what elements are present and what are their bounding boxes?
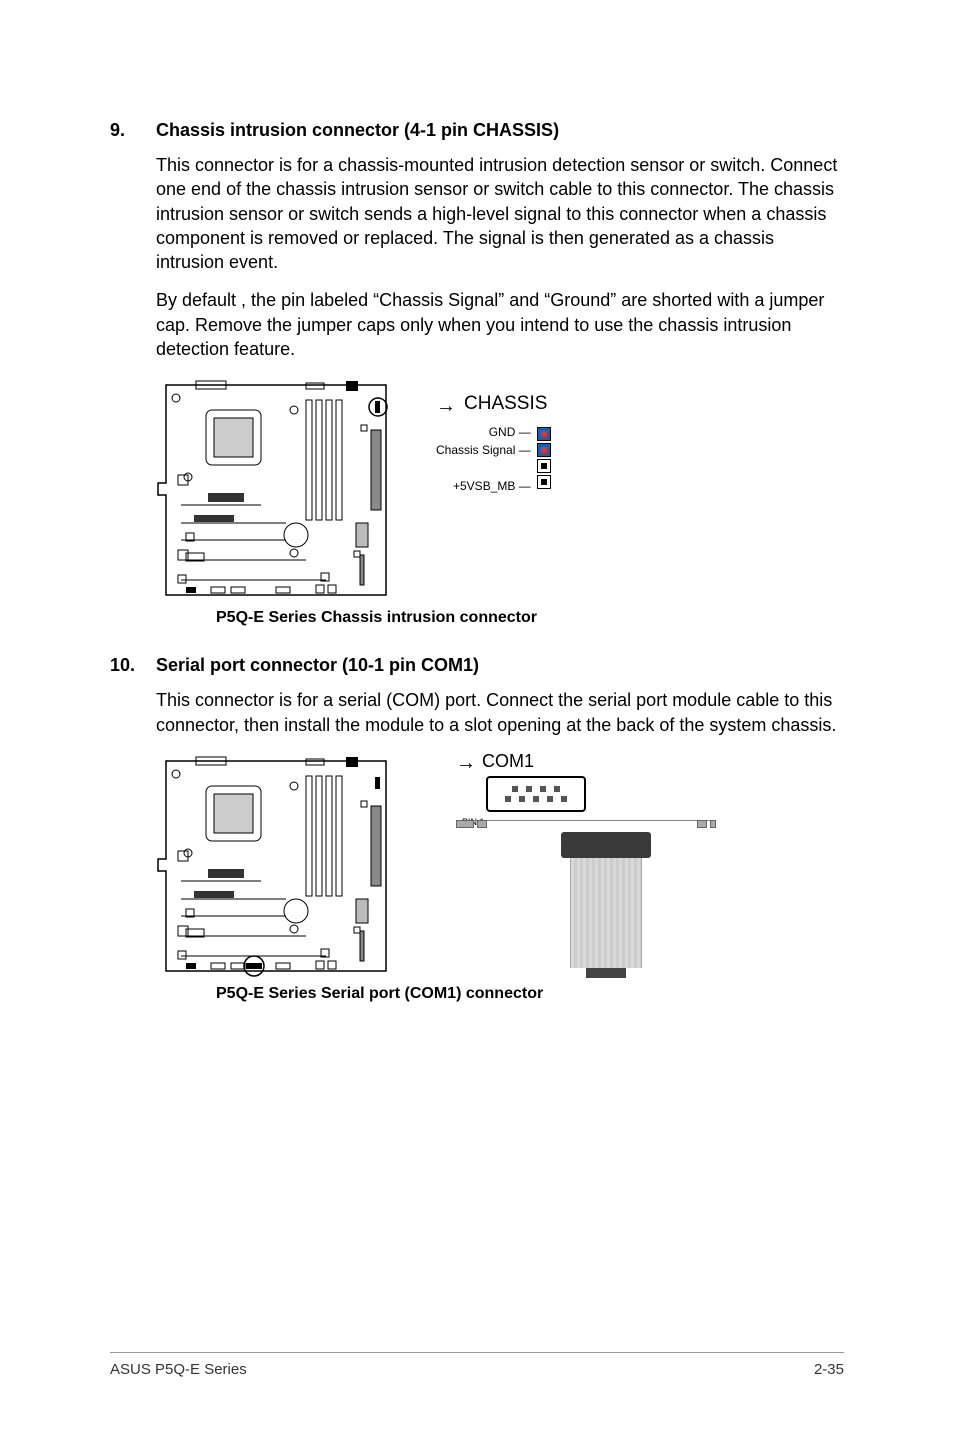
paragraph: By default , the pin labeled “Chassis Si… bbox=[156, 288, 844, 361]
section-serial-port: 10. Serial port connector (10-1 pin COM1… bbox=[110, 655, 844, 1003]
figure-chassis: → CHASSIS GND — Chassis Signal — +5VSB_M… bbox=[156, 375, 844, 627]
com-header-box bbox=[486, 776, 586, 812]
pin-label-gnd: GND bbox=[489, 425, 516, 439]
slot-bracket bbox=[456, 820, 716, 828]
figure-com1: → COM1 PIN 1 bbox=[156, 751, 844, 1003]
paragraph: This connector is for a chassis-mounted … bbox=[156, 153, 844, 274]
figure-caption: P5Q-E Series Chassis intrusion connector bbox=[216, 609, 844, 627]
heading-row: 9. Chassis intrusion connector (4-1 pin … bbox=[110, 120, 844, 141]
heading-number: 10. bbox=[110, 655, 156, 676]
paragraph: This connector is for a serial (COM) por… bbox=[156, 688, 844, 737]
pin-label-vsb: +5VSB_MB bbox=[453, 479, 515, 493]
page-footer: ASUS P5Q-E Series 2-35 bbox=[110, 1352, 844, 1378]
heading-title: Chassis intrusion connector (4-1 pin CHA… bbox=[156, 120, 559, 141]
motherboard-diagram bbox=[156, 375, 396, 605]
ribbon-cable bbox=[546, 832, 666, 978]
footer-right: 2-35 bbox=[814, 1361, 844, 1378]
footer-left: ASUS P5Q-E Series bbox=[110, 1361, 247, 1378]
chassis-label: CHASSIS bbox=[464, 393, 547, 415]
pin-header bbox=[537, 427, 553, 491]
figure-caption: P5Q-E Series Serial port (COM1) connecto… bbox=[216, 985, 844, 1003]
heading-row: 10. Serial port connector (10-1 pin COM1… bbox=[110, 655, 844, 676]
pin-label-signal: Chassis Signal bbox=[436, 443, 515, 457]
arrow-icon: → bbox=[456, 752, 476, 775]
section-chassis-intrusion: 9. Chassis intrusion connector (4-1 pin … bbox=[110, 120, 844, 627]
heading-number: 9. bbox=[110, 120, 156, 141]
com-label: COM1 bbox=[482, 751, 534, 772]
chassis-pinout: → CHASSIS GND — Chassis Signal — +5VSB_M… bbox=[436, 393, 553, 495]
com-module-diagram: → COM1 PIN 1 bbox=[456, 751, 756, 978]
heading-title: Serial port connector (10-1 pin COM1) bbox=[156, 655, 479, 676]
arrow-icon: → bbox=[436, 395, 456, 418]
motherboard-diagram bbox=[156, 751, 396, 981]
